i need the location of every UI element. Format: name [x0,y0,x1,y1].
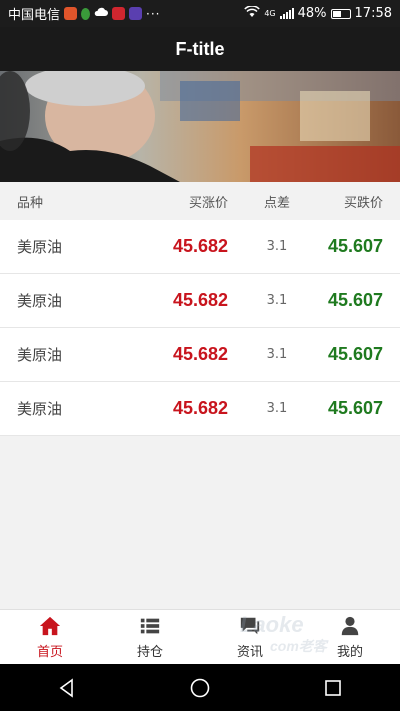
buy-price[interactable]: 45.682 [150,328,228,381]
notification-video-icon [129,7,143,20]
tab-label: 首页 [36,644,63,660]
home-circle-icon [190,678,210,697]
notification-app-icon [64,7,78,20]
tab-label: 资讯 [236,644,263,660]
tab-home[interactable]: 首页 [0,610,100,664]
tab-positions[interactable]: 持仓 [100,610,200,664]
sell-price[interactable]: 45.607 [328,328,383,381]
cloud-icon [94,6,109,21]
column-header-spread: 点差 [263,195,290,211]
recents-square-icon [325,679,342,696]
buy-price[interactable]: 45.682 [150,274,228,327]
back-button[interactable] [47,668,87,708]
page-title: F-title [175,38,225,59]
quote-row[interactable]: 美原油 45.682 3.1 45.607 [0,382,400,436]
home-icon [39,616,61,635]
user-icon [341,616,359,635]
carrier-label: 中国电信 [8,8,61,23]
spread-value: 3.1 [266,347,288,362]
notification-news-icon [112,7,126,20]
recents-button[interactable] [313,668,353,708]
signal-icon [279,8,294,19]
wifi-icon [244,4,261,22]
status-bar: 中国电信 ··· 4G 48% 17:58 [0,0,400,27]
battery-percent: 48% [297,6,327,21]
tab-label: 我的 [336,644,363,660]
quote-row[interactable]: 美原油 45.682 3.1 45.607 [0,220,400,274]
notification-leaf-icon [81,7,91,20]
quote-row[interactable]: 美原油 45.682 3.1 45.607 [0,274,400,328]
quote-table-header: 品种 买涨价 点差 买跌价 [0,182,400,220]
app-header: F-title [0,27,400,71]
buy-price[interactable]: 45.682 [150,220,228,273]
network-type: 4G [264,8,276,18]
banner-image[interactable] [0,71,400,182]
status-bar-left: 中国电信 ··· [8,4,161,24]
sell-price[interactable]: 45.607 [328,220,383,273]
column-header-sell-price: 买跌价 [343,195,383,211]
quote-list: 美原油 45.682 3.1 45.607 美原油 45.682 3.1 45.… [0,220,400,436]
buy-price[interactable]: 45.682 [150,382,228,435]
spread-value: 3.1 [266,293,288,308]
spread-value: 3.1 [266,401,288,416]
sell-price[interactable]: 45.607 [328,274,383,327]
quote-row[interactable]: 美原油 45.682 3.1 45.607 [0,328,400,382]
tab-label: 持仓 [136,644,163,660]
tab-news[interactable]: 资讯 [200,610,300,664]
symbol-name: 美原油 [17,292,63,310]
banner-photo [0,71,400,182]
system-navigation-bar [0,664,400,711]
list-icon [140,618,160,633]
tab-profile[interactable]: 我的 [300,610,400,664]
spread-value: 3.1 [266,239,288,254]
column-header-buy-price: 买涨价 [188,195,228,211]
battery-icon [330,8,351,19]
home-button[interactable] [180,668,220,708]
status-bar-right: 4G 48% 17:58 [244,4,392,22]
chat-icon [240,617,260,634]
column-header-symbol: 品种 [17,195,44,211]
clock: 17:58 [354,6,392,21]
back-triangle-icon [59,677,73,698]
bottom-tab-bar: 首页 持仓 资讯 我的 [0,609,400,664]
symbol-name: 美原油 [17,346,63,364]
sell-price[interactable]: 45.607 [328,382,383,435]
more-notifications-icon: ··· [146,6,161,21]
symbol-name: 美原油 [17,238,63,256]
symbol-name: 美原油 [17,400,63,418]
